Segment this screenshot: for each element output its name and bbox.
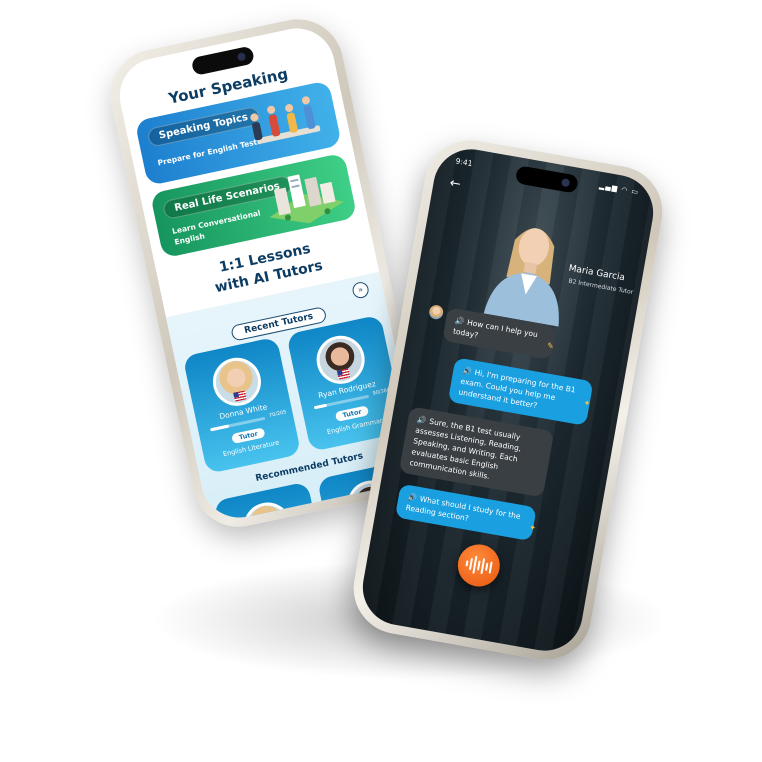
speaker-icon: 🔊 (416, 414, 428, 426)
avatar (312, 331, 370, 389)
dynamic-island (190, 45, 256, 76)
tutor-portrait (483, 228, 559, 327)
message-text: Sure, the B1 test usually assesses Liste… (408, 416, 522, 481)
tutor-card-donna[interactable]: Donna White 70/205 Tutor English Literat… (182, 336, 302, 474)
speaker-icon: 🔊 (454, 315, 466, 327)
camera-icon (236, 52, 247, 62)
progress-fill (313, 403, 328, 410)
camera-icon (560, 178, 571, 188)
phone-screen: 9:41 ▂▄▆ ◠ ▭ ← Maria Garcia B2 Intermedi… (356, 143, 660, 657)
chevrons-right-icon[interactable]: » (351, 280, 371, 300)
progress-fill (210, 424, 230, 432)
voice-wave-icon (464, 554, 493, 576)
city-illustration-icon (269, 174, 344, 224)
progress-count: 70/205 (268, 409, 287, 419)
status-time: 9:41 (454, 156, 474, 169)
avatar (208, 353, 266, 411)
bulb-icon[interactable]: ✦ (583, 398, 591, 408)
message-text: How can I help you today? (452, 317, 539, 340)
speaker-icon: 🔊 (406, 492, 418, 503)
speaker-icon: 🔊 (461, 365, 473, 377)
people-illustration-icon (250, 96, 321, 144)
bulb-icon[interactable]: ✦ (528, 523, 536, 533)
